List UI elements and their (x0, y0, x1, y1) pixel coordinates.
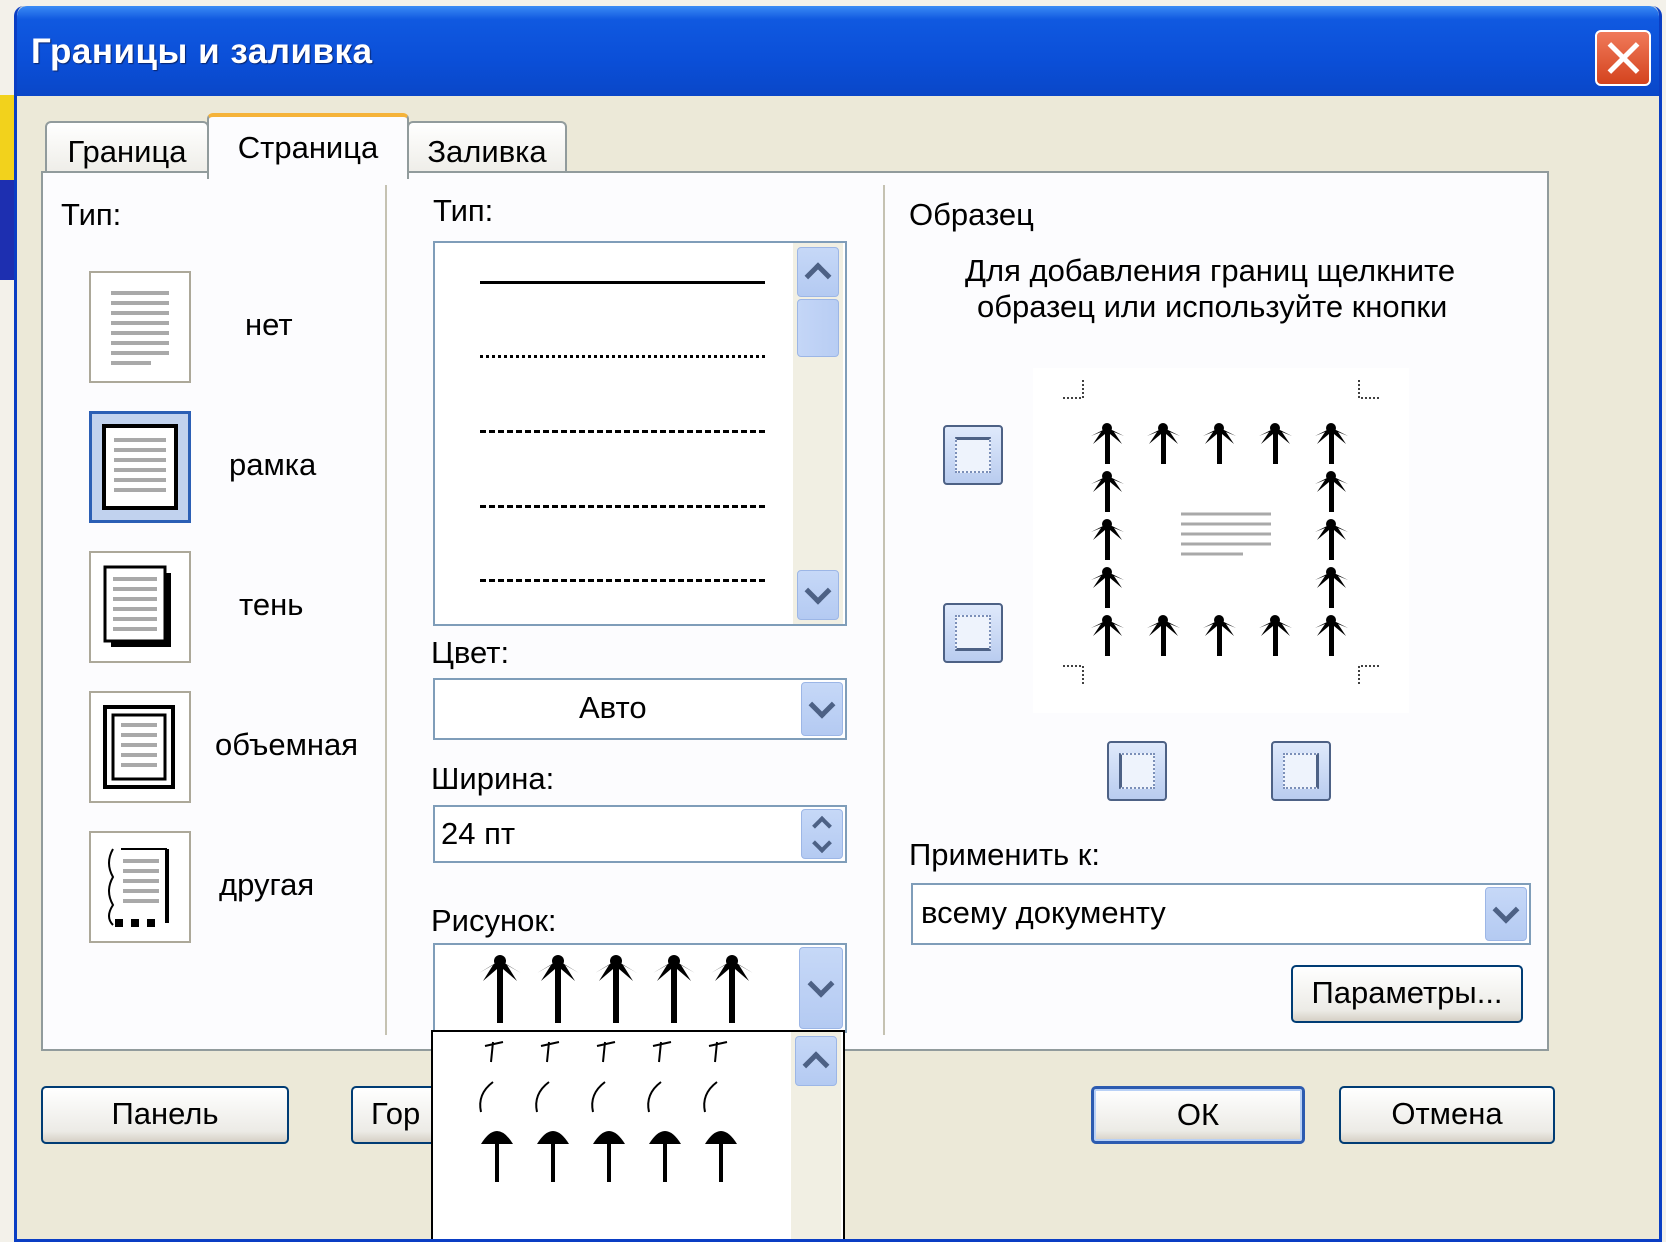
page-none-icon (111, 291, 169, 365)
art-label: Рисунок: (431, 903, 557, 938)
art-dropdown-list[interactable] (431, 1030, 845, 1239)
chevron-down-icon (808, 691, 836, 719)
setting-3d-label: объемная (215, 727, 359, 762)
top-border-icon (955, 437, 991, 473)
apply-to-value: всему документу (921, 895, 1166, 930)
bottom-border-button[interactable] (943, 603, 1003, 663)
apply-to-dropdown-button[interactable] (1485, 887, 1527, 941)
line-style-dash-dot[interactable] (480, 579, 765, 582)
chevron-up-icon (802, 1051, 830, 1079)
page-3d-icon (103, 705, 175, 789)
setting-3d-button[interactable] (89, 691, 191, 803)
top-border-button[interactable] (943, 425, 1003, 485)
separator (385, 185, 387, 1035)
left-border-icon (1119, 753, 1155, 789)
separator (883, 185, 885, 1035)
page-custom-icon (108, 848, 169, 927)
preview-hint-line1: Для добавления границ щелкните (965, 253, 1456, 288)
setting-none-button[interactable] (89, 271, 191, 383)
style-label: Тип: (433, 193, 494, 228)
setting-none-label: нет (245, 307, 293, 342)
setting-custom-label: другая (219, 867, 315, 902)
scroll-up-button[interactable] (797, 247, 839, 297)
width-spin-button[interactable] (801, 809, 843, 859)
art-list-scrollbar[interactable] (791, 1032, 841, 1239)
setting-shadow-label: тень (239, 587, 304, 622)
title-bar[interactable]: Границы и заливка (17, 6, 1659, 96)
color-dropdown-button[interactable] (801, 682, 843, 736)
width-spinner[interactable]: 24 пт (433, 805, 847, 863)
preview-area[interactable] (1033, 368, 1409, 713)
art-dropdown[interactable] (433, 943, 847, 1033)
art-scroll-up-button[interactable] (795, 1036, 837, 1086)
close-button[interactable] (1595, 30, 1651, 86)
tab-page-border-label: Страница (237, 130, 379, 165)
setting-custom-button[interactable] (89, 831, 191, 943)
color-dropdown[interactable]: Авто (433, 678, 847, 740)
line-style-dashed-small[interactable] (480, 430, 765, 433)
dialog-title: Границы и заливка (31, 32, 373, 71)
line-style-scrollbar[interactable] (793, 243, 843, 624)
right-border-icon (1283, 753, 1319, 789)
setting-box-label: рамка (229, 447, 317, 482)
line-style-dashed-large[interactable] (480, 505, 765, 508)
chevron-up-icon (804, 262, 832, 290)
line-style-dotted[interactable] (480, 355, 765, 358)
page-shadow-icon (103, 565, 171, 647)
line-style-solid[interactable] (480, 281, 765, 284)
art-dropdown-button[interactable] (799, 947, 843, 1029)
apply-to-dropdown[interactable]: всему документу (911, 883, 1531, 945)
borders-and-shading-dialog: Границы и заливка Граница Страница Залив… (14, 6, 1662, 1242)
setting-box-button[interactable] (89, 411, 191, 523)
width-value: 24 пт (441, 816, 516, 851)
color-label: Цвет: (431, 635, 510, 670)
preview-label: Образец (909, 197, 1034, 232)
options-button[interactable]: Параметры... (1291, 965, 1523, 1023)
scroll-thumb[interactable] (797, 299, 839, 357)
page-box-icon (102, 424, 178, 510)
chevron-down-icon (1492, 896, 1520, 924)
chevron-down-icon (812, 832, 832, 853)
tab-page-border[interactable]: Страница (207, 113, 409, 179)
setting-label: Тип: (61, 197, 122, 232)
tab-shading-label: Заливка (427, 134, 547, 169)
color-value: Авто (579, 690, 647, 725)
width-label: Ширина: (431, 761, 555, 796)
scroll-down-button[interactable] (797, 570, 839, 620)
tab-borders-label: Граница (67, 134, 187, 169)
art-options-icon (479, 1041, 737, 1182)
setting-shadow-button[interactable] (89, 551, 191, 663)
bottom-border-icon (955, 615, 991, 651)
chevron-down-icon (804, 577, 832, 605)
left-border-button[interactable] (1107, 741, 1167, 801)
preview-page-icon (1063, 378, 1379, 686)
line-style-list[interactable] (433, 241, 847, 626)
chevron-down-icon (807, 970, 835, 998)
apply-to-label: Применить к: (909, 837, 1100, 872)
palm-tree-art-icon (479, 955, 753, 1023)
cancel-button[interactable]: Отмена (1339, 1086, 1555, 1144)
tab-panel: Тип: нет рамка тень объемная другая Тип: (41, 171, 1549, 1051)
right-border-button[interactable] (1271, 741, 1331, 801)
toolbar-button[interactable]: Панель (41, 1086, 289, 1144)
preview-hint-line2: образец или используйте кнопки (977, 289, 1448, 324)
ok-button[interactable]: ОК (1091, 1086, 1305, 1144)
